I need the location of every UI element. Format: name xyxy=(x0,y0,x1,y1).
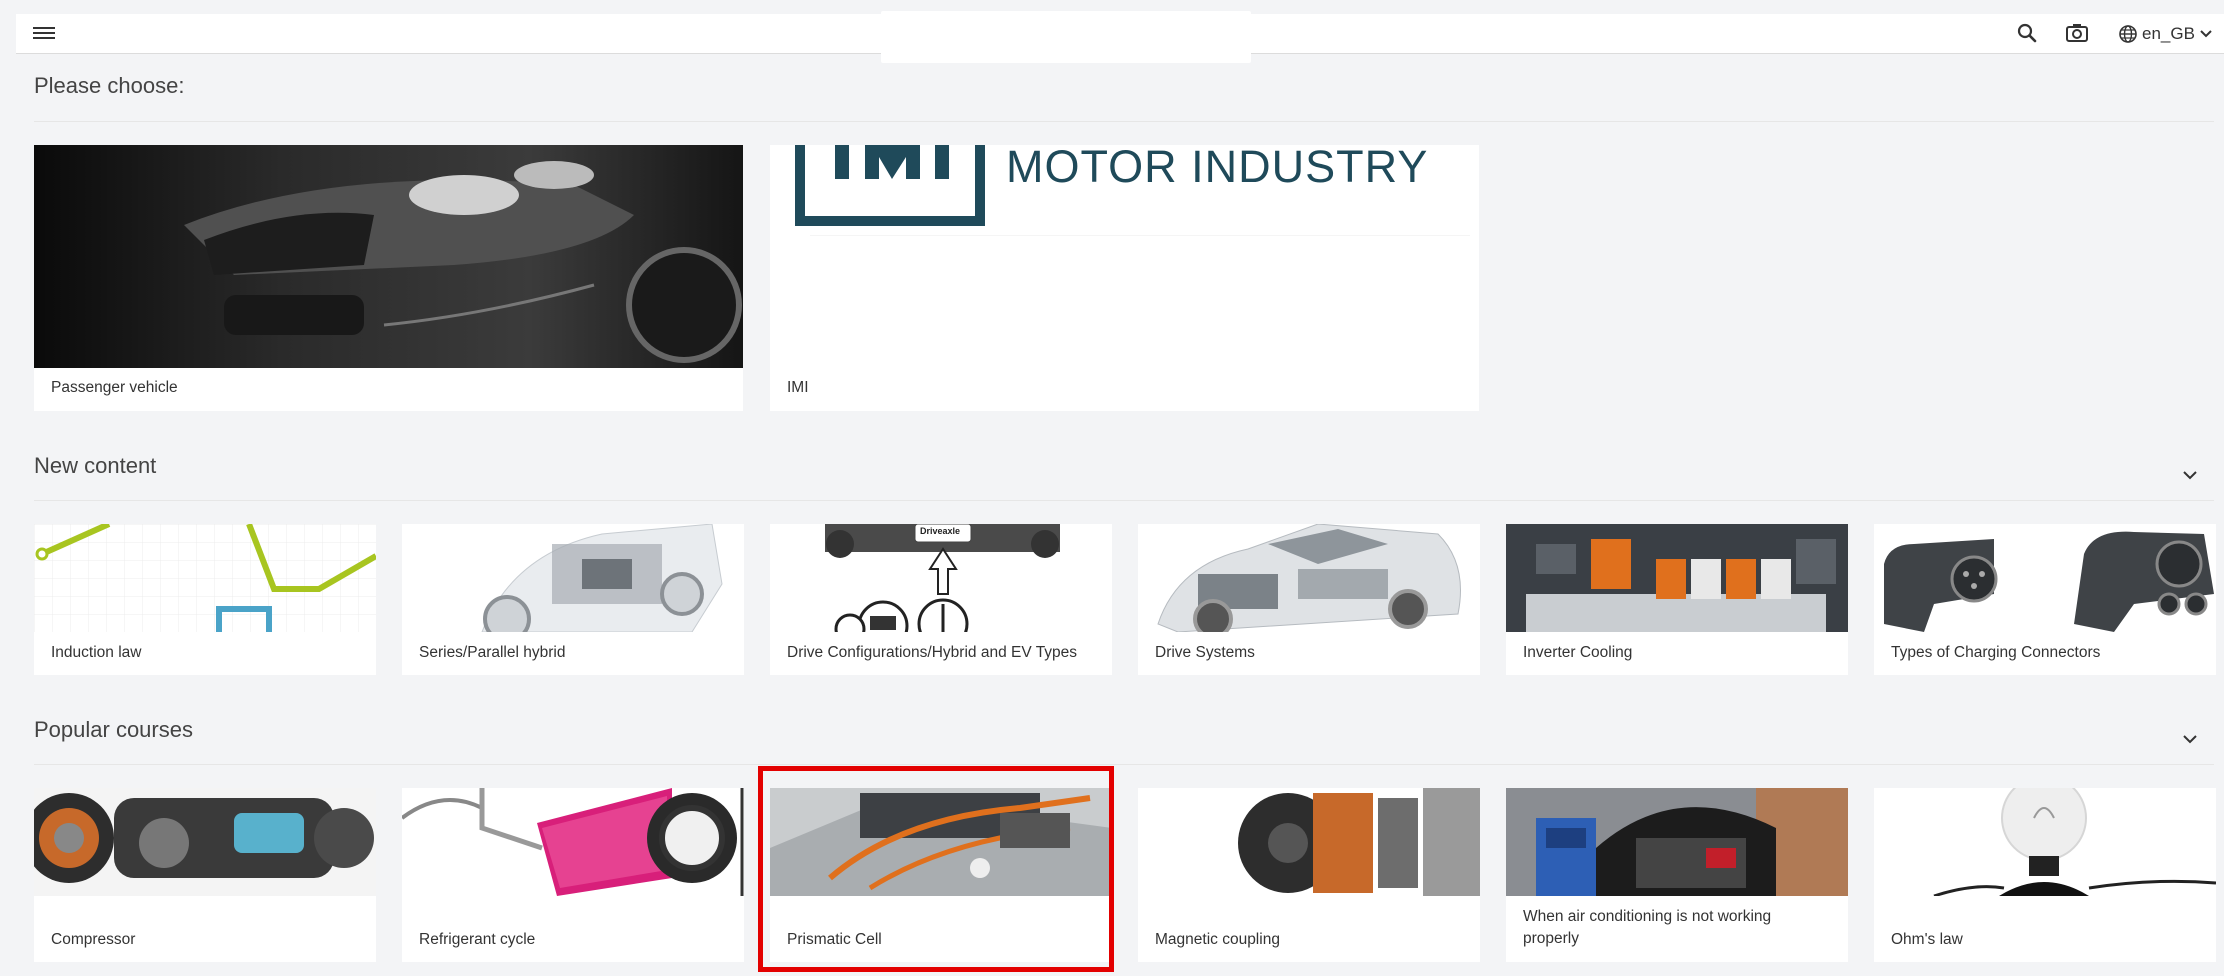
card-label: Drive Configurations/Hybrid and EV Types xyxy=(787,644,1078,661)
card-imi[interactable]: MOTOR INDUSTRY IMI xyxy=(770,145,1479,411)
card-label: When air conditioning is not working pro… xyxy=(1523,908,1772,947)
card-inverter-cooling[interactable]: Inverter Cooling xyxy=(1506,524,1848,675)
card-label: Types of Charging Connectors xyxy=(1891,644,2101,661)
language-label: en_GB xyxy=(2142,24,2195,43)
card-drive-systems[interactable]: Drive Systems xyxy=(1138,524,1480,675)
drive-configurations-image: Driveaxle xyxy=(770,524,1112,632)
air-conditioning-image xyxy=(1506,788,1848,896)
card-charging-connectors[interactable]: Types of Charging Connectors xyxy=(1874,524,2216,675)
imi-logo-text: MOTOR INDUSTRY xyxy=(1006,145,1429,192)
ohms-law-image xyxy=(1874,788,2216,896)
card-label: Inverter Cooling xyxy=(1523,644,1633,661)
camera-icon[interactable] xyxy=(2065,22,2089,44)
card-label: Series/Parallel hybrid xyxy=(419,644,566,661)
card-compressor[interactable]: Compressor xyxy=(34,788,376,962)
series-parallel-hybrid-image xyxy=(402,524,744,632)
card-series-parallel-hybrid[interactable]: Series/Parallel hybrid xyxy=(402,524,744,675)
compressor-image xyxy=(34,788,376,896)
refrigerant-cycle-image xyxy=(402,788,744,896)
hamburger-icon[interactable] xyxy=(33,27,55,41)
magnetic-coupling-image xyxy=(1138,788,1480,896)
popular-courses-title: Popular courses xyxy=(34,717,193,742)
section-divider xyxy=(34,121,2214,122)
passenger-vehicle-image xyxy=(34,145,743,368)
top-bar: en_GB xyxy=(16,11,2224,63)
chevron-down-icon[interactable] xyxy=(2180,729,2200,749)
new-content-title: New content xyxy=(34,453,157,478)
chevron-down-icon xyxy=(2200,30,2212,38)
image-caption: Driveaxle xyxy=(920,526,961,536)
chevron-down-icon[interactable] xyxy=(2180,465,2200,485)
card-prismatic-cell[interactable]: Prismatic Cell xyxy=(770,788,1112,962)
app-root: en_GB Please choose: Passenger vehicle M… xyxy=(0,0,2224,976)
card-drive-configurations[interactable]: Driveaxle Drive Configurations/Hybrid an… xyxy=(770,524,1112,675)
drive-systems-image xyxy=(1138,524,1480,632)
prismatic-cell-image xyxy=(770,788,1112,896)
card-label: IMI xyxy=(787,379,809,396)
card-magnetic-coupling[interactable]: Magnetic coupling xyxy=(1138,788,1480,962)
card-passenger-vehicle[interactable]: Passenger vehicle xyxy=(34,145,743,411)
card-label: Compressor xyxy=(51,931,136,948)
globe-icon xyxy=(2119,25,2137,43)
card-label: Induction law xyxy=(51,644,142,661)
imi-logo-image: MOTOR INDUSTRY xyxy=(770,145,1479,368)
top-bar-center-area xyxy=(881,11,1251,63)
card-label: Prismatic Cell xyxy=(787,931,882,948)
card-air-conditioning[interactable]: When air conditioning is not working pro… xyxy=(1506,788,1848,962)
choose-title: Please choose: xyxy=(34,73,185,98)
card-label: Refrigerant cycle xyxy=(419,931,536,948)
language-selector[interactable]: en_GB xyxy=(2118,24,2213,44)
card-ohms-law[interactable]: Ohm's law xyxy=(1874,788,2216,962)
section-divider xyxy=(34,500,2214,501)
card-label: Magnetic coupling xyxy=(1155,931,1280,948)
card-refrigerant-cycle[interactable]: Refrigerant cycle xyxy=(402,788,744,962)
section-divider xyxy=(34,764,2214,765)
card-induction-law[interactable]: Induction law xyxy=(34,524,376,675)
inverter-cooling-image xyxy=(1506,524,1848,632)
induction-law-image xyxy=(34,524,376,632)
search-icon[interactable] xyxy=(2016,22,2038,44)
card-label: Passenger vehicle xyxy=(51,379,178,396)
card-label: Drive Systems xyxy=(1155,644,1255,661)
card-label: Ohm's law xyxy=(1891,931,1963,948)
charging-connectors-image xyxy=(1874,524,2216,632)
